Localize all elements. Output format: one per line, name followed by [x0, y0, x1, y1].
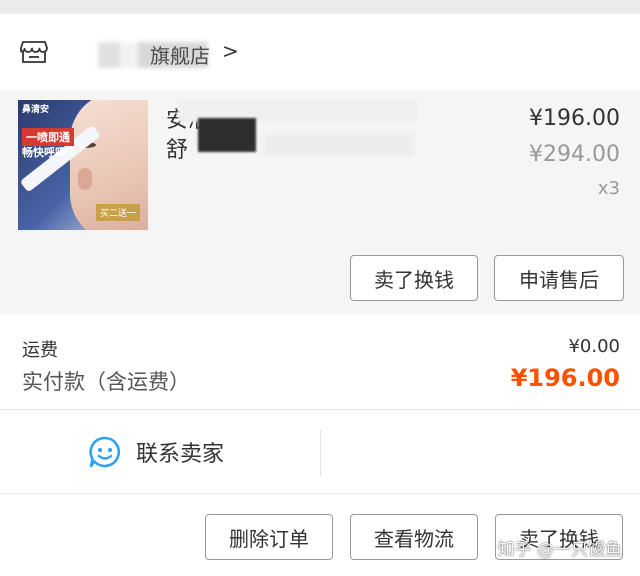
- view-logistics-button[interactable]: 查看物流: [350, 514, 478, 560]
- thumb-nose: [78, 168, 92, 190]
- amount-paid-value: ¥196.00: [510, 364, 620, 392]
- product-thumbnail[interactable]: 鼻清安 一喷即通 畅快呼吸 买二送一: [18, 100, 148, 230]
- store-icon: [20, 41, 48, 63]
- chat-smile-icon: [89, 436, 121, 468]
- delete-order-button[interactable]: 删除订单: [205, 514, 333, 560]
- product-title-line2[interactable]: 舒: [166, 132, 188, 164]
- title-redaction-dark: [198, 118, 256, 152]
- shop-name[interactable]: 旗舰店: [150, 40, 210, 69]
- chevron-right-icon[interactable]: >: [222, 39, 239, 63]
- top-strip: [0, 0, 640, 14]
- shipping-label: 运费: [22, 340, 58, 361]
- shop-header[interactable]: 旗舰店 >: [0, 14, 640, 90]
- thumb-promo-tag: 买二送一: [96, 204, 141, 221]
- product-original-price: ¥294.00: [529, 142, 620, 167]
- contact-seller-label: 联系卖家: [136, 442, 225, 467]
- after-sales-button[interactable]: 申请售后: [494, 255, 624, 301]
- amount-paid-label: 实付款（含运费）: [22, 370, 190, 394]
- thumb-badge-secondary: 畅快呼吸: [22, 146, 66, 159]
- contact-seller-button[interactable]: 联系卖家: [88, 434, 224, 470]
- thumb-brand-text: 鼻清安: [22, 105, 50, 115]
- watermark: 知乎 @一只馒鱼: [497, 540, 622, 560]
- product-card[interactable]: 鼻清安 一喷即通 畅快呼吸 买二送一 安液 青 舒 ¥196.00 ¥294.0…: [0, 90, 640, 314]
- product-price: ¥196.00: [529, 106, 620, 131]
- sell-for-cash-button[interactable]: 卖了换钱: [350, 255, 478, 301]
- divider: [320, 430, 321, 476]
- shipping-value: ¥0.00: [568, 336, 620, 357]
- product-quantity: x3: [597, 178, 620, 199]
- title-redaction: [264, 134, 414, 156]
- contact-row: 联系卖家: [0, 410, 640, 494]
- order-summary: 运费 ¥0.00 实付款（含运费） ¥196.00: [0, 314, 640, 410]
